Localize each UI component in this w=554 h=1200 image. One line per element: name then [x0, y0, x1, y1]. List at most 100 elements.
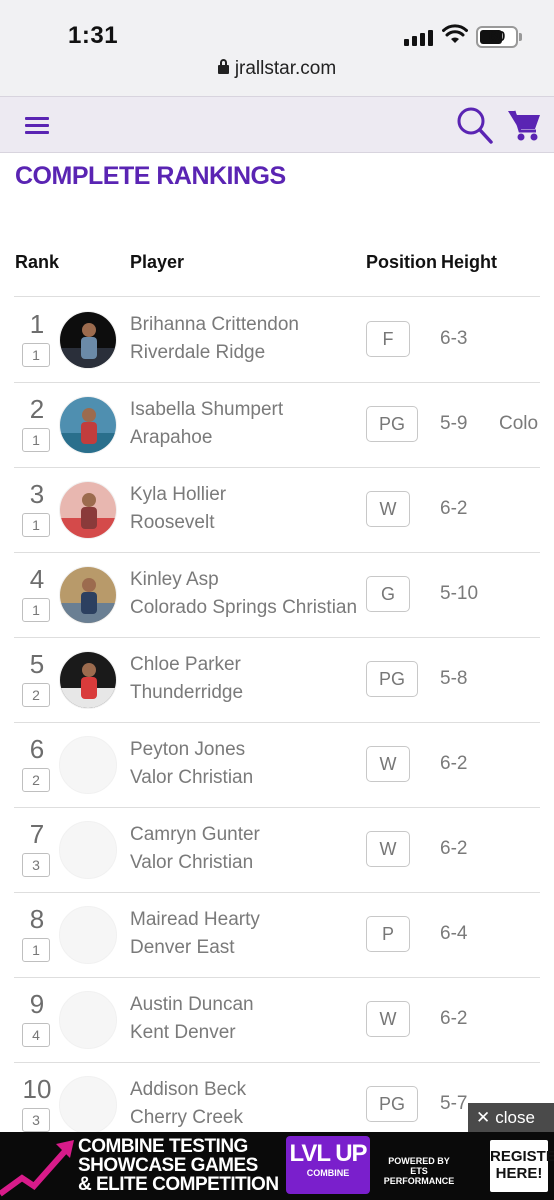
player-school: Roosevelt [130, 512, 215, 533]
player-height: 6-2 [440, 1008, 468, 1029]
previous-rank-badge: 1 [22, 598, 50, 622]
player-name[interactable]: Chloe Parker [130, 654, 241, 676]
close-icon: ✕ [476, 1108, 491, 1127]
ad-close-button[interactable]: ✕ close [468, 1103, 554, 1132]
player-avatar[interactable] [59, 1076, 117, 1134]
battery-level: 60 [488, 28, 506, 45]
player-height: 6-2 [440, 498, 468, 519]
player-avatar[interactable] [59, 821, 117, 879]
player-avatar[interactable] [59, 311, 117, 369]
table-row[interactable]: 4 1 Kinley Asp Colorado Springs Christian G 5… [0, 552, 554, 637]
player-avatar[interactable] [59, 651, 117, 709]
address-bar[interactable]: jrallstar.com [0, 58, 554, 80]
player-school: Cherry Creek [130, 1107, 243, 1128]
player-school: Thunderridge [130, 682, 244, 703]
player-height: 6-3 [440, 328, 468, 349]
player-name[interactable]: Austin Duncan [130, 994, 254, 1016]
table-row[interactable]: 7 3 Camryn Gunter Valor Christian W 6-2 [0, 807, 554, 892]
player-name[interactable]: Isabella Shumpert [130, 399, 283, 421]
previous-rank-badge: 1 [22, 343, 50, 367]
position-badge: P [366, 916, 410, 952]
ad-banner[interactable]: COMBINE TESTING SHOWCASE GAMES & ELITE C… [0, 1132, 554, 1200]
previous-rank-badge: 2 [22, 683, 50, 707]
ad-headline: COMBINE TESTING SHOWCASE GAMES & ELITE C… [78, 1136, 279, 1195]
column-header-position: Position [366, 252, 437, 272]
position-badge: PG [366, 661, 419, 697]
lock-icon [217, 59, 229, 74]
table-row[interactable]: 2 1 Isabella Shumpert Arapahoe PG 5-9 Colo [0, 382, 554, 467]
player-name[interactable]: Brihanna Crittendon [130, 314, 299, 336]
player-school: Arapahoe [130, 427, 213, 448]
player-name[interactable]: Peyton Jones [130, 739, 245, 761]
player-name[interactable]: Mairead Hearty [130, 909, 260, 931]
table-row[interactable]: 1 1 Brihanna Crittendon Riverdale Ridge F 6-3 [0, 297, 554, 382]
table-row[interactable]: 8 1 Mairead Hearty Denver East P 6-4 [0, 892, 554, 977]
position-badge: W [366, 491, 410, 527]
status-bar: 1:31 60 jrallstar.com [0, 0, 554, 96]
player-school: Kent Denver [130, 1022, 236, 1043]
position-badge: PG [366, 1086, 419, 1122]
previous-rank-badge: 1 [22, 428, 50, 452]
battery-icon: 60 [476, 26, 518, 48]
player-avatar[interactable] [59, 481, 117, 539]
previous-rank-badge: 1 [22, 938, 50, 962]
player-avatar[interactable] [59, 396, 117, 454]
player-school: Valor Christian [130, 767, 254, 788]
player-height: 5-8 [440, 668, 468, 689]
player-name[interactable]: Kinley Asp [130, 569, 219, 591]
player-name[interactable]: Camryn Gunter [130, 824, 260, 846]
powered-by: POWERED BY ETS PERFORMANCE [383, 1156, 455, 1186]
register-button[interactable]: REGISTER HERE! [490, 1140, 554, 1192]
hamburger-icon[interactable] [25, 117, 49, 135]
search-icon[interactable] [456, 105, 494, 145]
player-avatar[interactable] [59, 736, 117, 794]
rank-number: 4 [29, 564, 45, 594]
player-height: 6-2 [440, 838, 468, 859]
rank-number: 5 [29, 649, 45, 679]
arrow-graphic [0, 1140, 74, 1197]
player-height: 6-2 [440, 753, 468, 774]
table-row[interactable]: 3 1 Kyla Hollier Roosevelt W 6-2 [0, 467, 554, 552]
position-badge: PG [366, 406, 419, 442]
previous-rank-badge: 3 [22, 1108, 50, 1132]
wifi-icon [442, 24, 468, 49]
player-height: 5-9 [440, 413, 468, 434]
table-row[interactable]: 9 4 Austin Duncan Kent Denver W 6-2 [0, 977, 554, 1062]
table-row[interactable]: 5 2 Chloe Parker Thunderridge PG 5-8 [0, 637, 554, 722]
player-school: Riverdale Ridge [130, 342, 266, 363]
table-row[interactable]: 6 2 Peyton Jones Valor Christian W 6-2 [0, 722, 554, 807]
player-school: Colorado Springs Christian [130, 597, 358, 618]
player-avatar[interactable] [59, 991, 117, 1049]
column-header-player: Player [130, 252, 185, 272]
rank-number: 1 [29, 309, 45, 339]
player-name[interactable]: Kyla Hollier [130, 484, 226, 506]
previous-rank-badge: 4 [22, 1023, 50, 1047]
rank-number: 6 [29, 734, 45, 764]
previous-rank-badge: 1 [22, 513, 50, 537]
lvlup-logo: LVL UP COMBINE [286, 1136, 370, 1194]
player-avatar[interactable] [59, 906, 117, 964]
player-height: 5-7 [440, 1093, 468, 1114]
position-badge: W [366, 831, 410, 867]
previous-rank-badge: 2 [22, 768, 50, 792]
rank-number: 8 [29, 904, 45, 934]
player-school: Denver East [130, 937, 235, 958]
position-badge: F [366, 321, 410, 357]
rank-number: 9 [29, 989, 45, 1019]
position-badge: G [366, 576, 410, 612]
column-header-height: Height [441, 252, 497, 272]
position-badge: W [366, 1001, 410, 1037]
rank-number: 3 [29, 479, 45, 509]
player-school: Valor Christian [130, 852, 254, 873]
position-badge: W [366, 746, 410, 782]
player-extra: Colo [499, 413, 539, 434]
page-title: COMPLETE RANKINGS [15, 162, 286, 190]
rank-number: 7 [29, 819, 45, 849]
previous-rank-badge: 3 [22, 853, 50, 877]
player-avatar[interactable] [59, 566, 117, 624]
rank-number: 10 [22, 1074, 52, 1104]
player-name[interactable]: Addison Beck [130, 1079, 246, 1101]
player-height: 6-4 [440, 923, 468, 944]
cart-icon[interactable] [506, 107, 542, 143]
clock: 1:31 [68, 22, 119, 49]
